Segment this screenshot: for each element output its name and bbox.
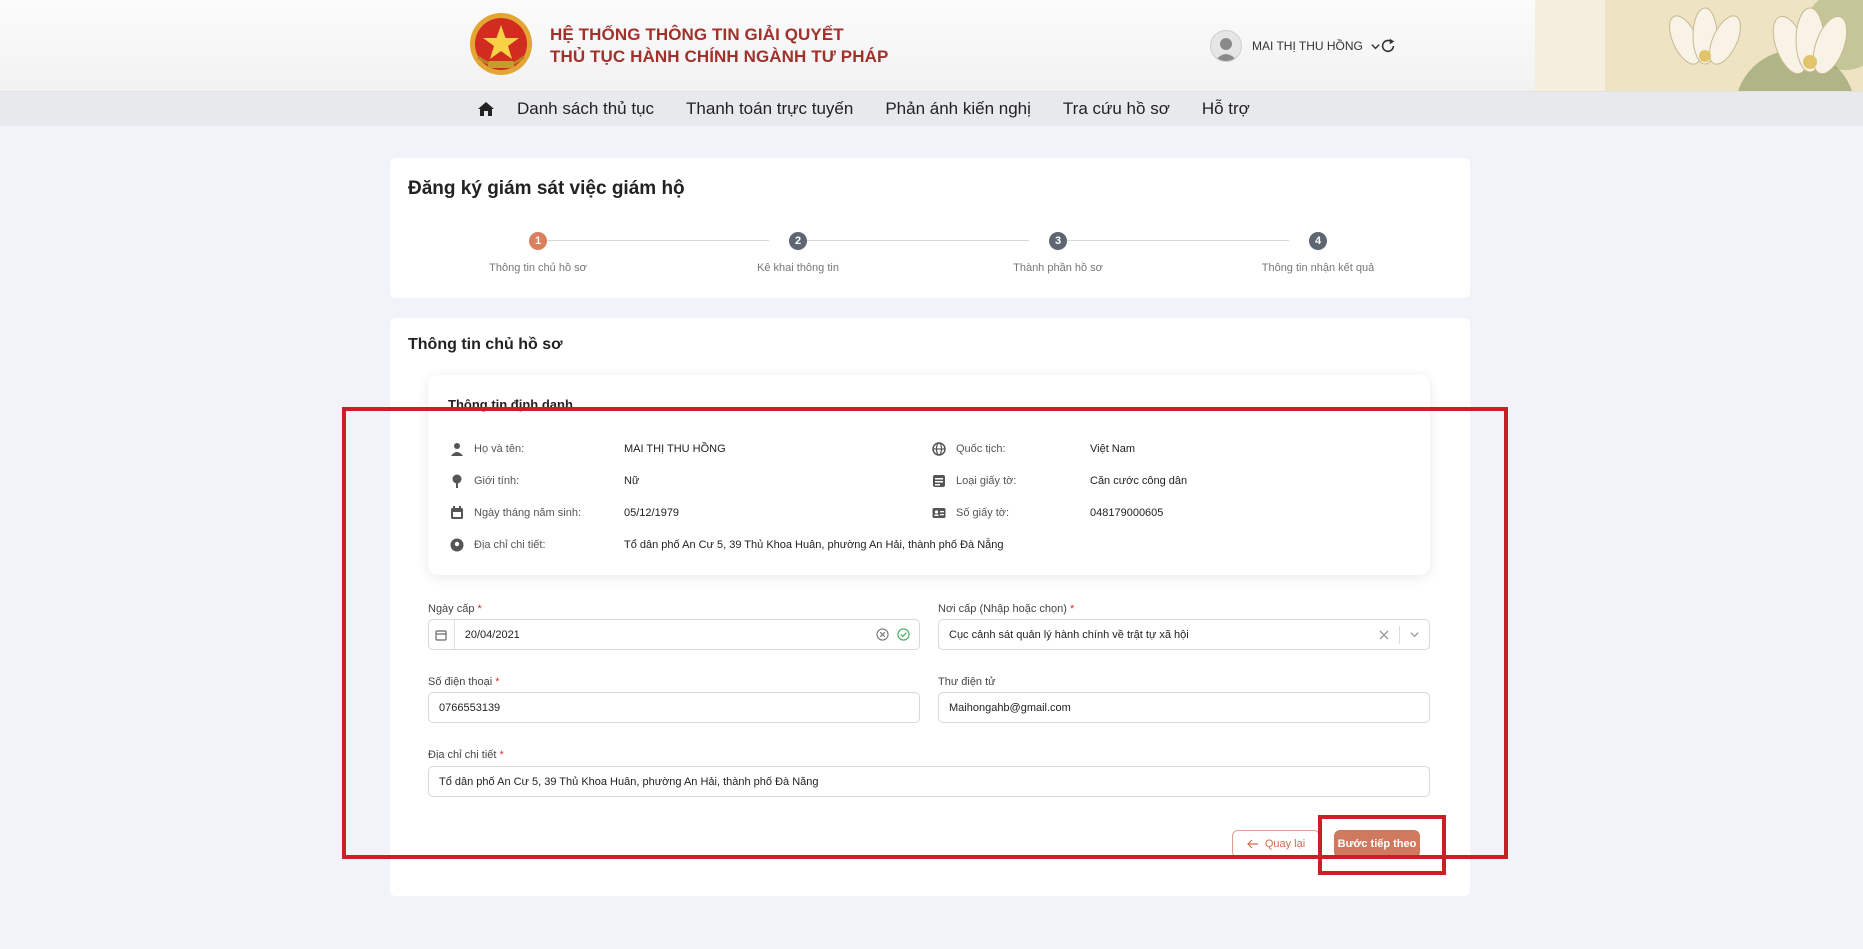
- step-3-label: Thành phần hồ sơ: [1013, 262, 1103, 274]
- steps-card: Đăng ký giám sát việc giám hộ 1 Thông ti…: [390, 158, 1470, 298]
- stepper: 1 Thông tin chủ hồ sơ 2 Kê khai thông ti…: [390, 232, 1470, 282]
- section-title: Thông tin chủ hồ sơ: [408, 336, 563, 353]
- main-nav: Danh sách thủ tục Thanh toán trực tuyến …: [0, 92, 1863, 126]
- nav-item-support[interactable]: Hỗ trợ: [1202, 99, 1250, 119]
- user-name: MAI THỊ THU HỒNG: [1252, 39, 1363, 53]
- step-2-label: Kê khai thông tin: [757, 262, 839, 274]
- step-1[interactable]: 1 Thông tin chủ hồ sơ: [438, 232, 638, 274]
- emblem-logo[interactable]: [468, 11, 534, 77]
- avatar: [1210, 30, 1242, 62]
- nav-item-lookup[interactable]: Tra cứu hồ sơ: [1063, 99, 1170, 119]
- step-3[interactable]: 3 Thành phần hồ sơ: [958, 232, 1158, 274]
- step-3-number: 3: [1049, 232, 1067, 250]
- system-title: HỆ THỐNG THÔNG TIN GIẢI QUYẾT THỦ TỤC HÀ…: [550, 24, 888, 68]
- system-title-line1: HỆ THỐNG THÔNG TIN GIẢI QUYẾT: [550, 25, 844, 44]
- step-2[interactable]: 2 Kê khai thông tin: [698, 232, 898, 274]
- nav-item-procedures[interactable]: Danh sách thủ tục: [517, 99, 654, 119]
- refresh-icon[interactable]: [1379, 37, 1397, 55]
- home-icon[interactable]: [477, 100, 495, 118]
- step-4[interactable]: 4 Thông tin nhận kết quả: [1218, 232, 1418, 274]
- page-title: Đăng ký giám sát việc giám hộ: [408, 178, 685, 199]
- step-2-number: 2: [789, 232, 807, 250]
- highlight-box-form: [342, 407, 1508, 859]
- user-menu[interactable]: MAI THỊ THU HỒNG: [1210, 30, 1381, 62]
- step-4-label: Thông tin nhận kết quả: [1261, 262, 1375, 274]
- lotus-decoration: [1535, 0, 1863, 91]
- nav-item-feedback[interactable]: Phản ánh kiến nghị: [885, 99, 1031, 119]
- step-1-number: 1: [529, 232, 547, 250]
- step-1-label: Thông tin chủ hồ sơ: [489, 262, 587, 274]
- highlight-box-next-button: [1318, 815, 1446, 875]
- system-title-line2: THỦ TỤC HÀNH CHÍNH NGÀNH TƯ PHÁP: [550, 47, 889, 66]
- app-header: HỆ THỐNG THÔNG TIN GIẢI QUYẾT THỦ TỤC HÀ…: [0, 0, 1863, 92]
- nav-item-online-payment[interactable]: Thanh toán trực tuyến: [686, 99, 853, 119]
- step-4-number: 4: [1309, 232, 1327, 250]
